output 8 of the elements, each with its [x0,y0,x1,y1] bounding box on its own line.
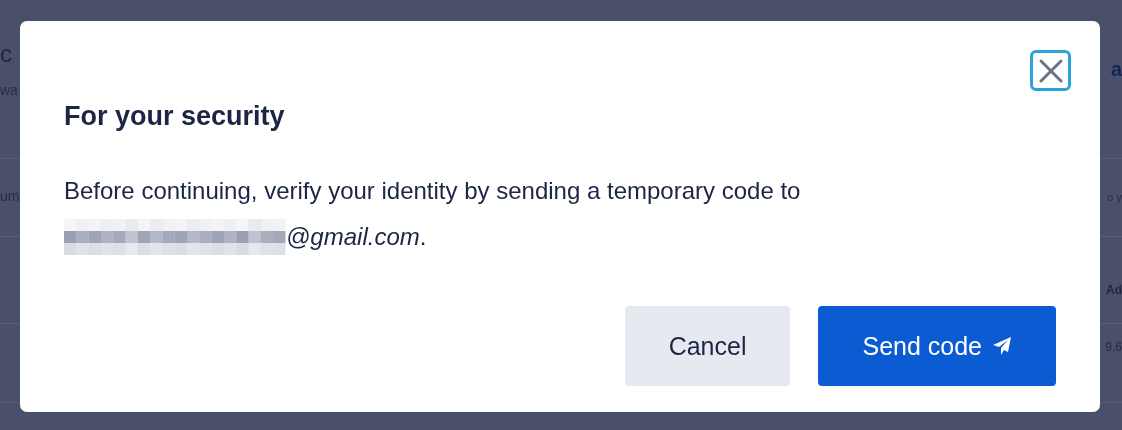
close-button[interactable] [1030,50,1071,91]
dialog-message: Before continuing, verify your identity by sending a temporary code to [64,176,801,206]
email-domain: @gmail.com. [286,223,427,251]
paper-plane-icon [992,336,1012,356]
cancel-button[interactable]: Cancel [624,306,791,386]
close-icon [1037,57,1064,84]
send-code-button[interactable]: Send code [818,306,1056,386]
dialog-title: For your security [64,100,285,133]
